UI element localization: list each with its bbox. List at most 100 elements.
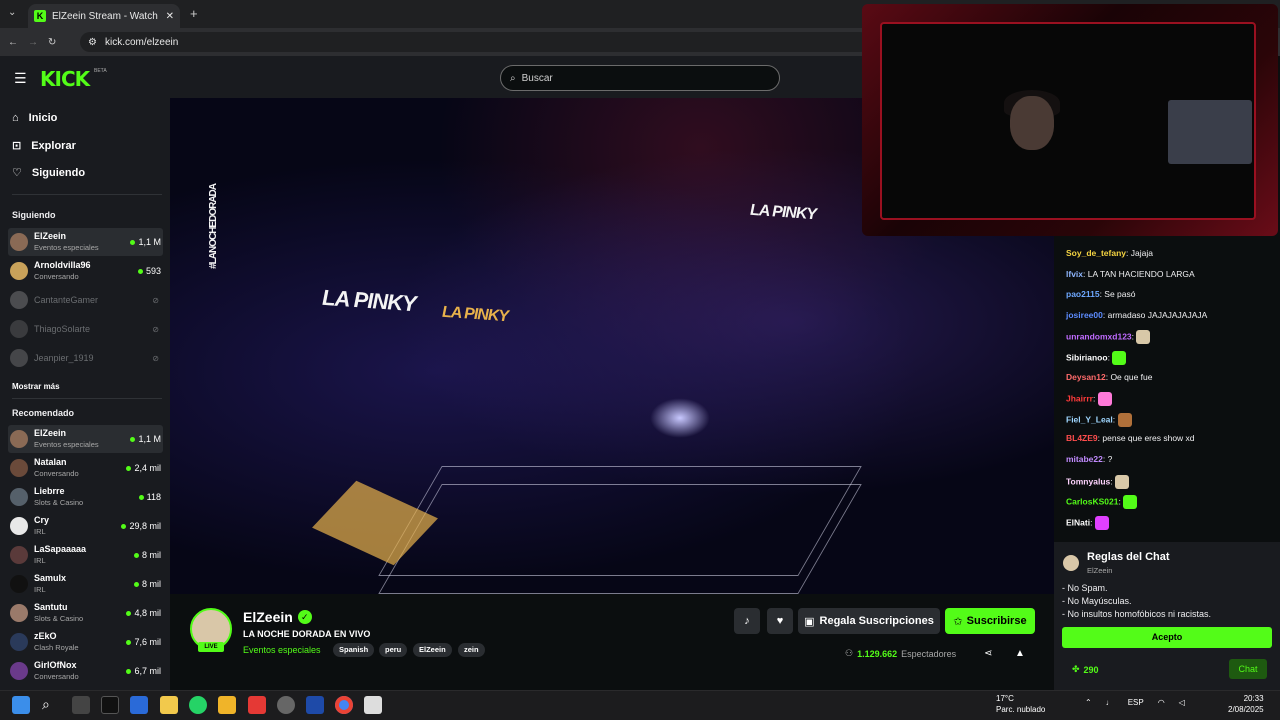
chat-username[interactable]: BL4ZE9 <box>1066 433 1098 443</box>
follow-button[interactable]: ♥ <box>767 608 793 634</box>
url-field[interactable]: ⚙ kick.com/elzeein <box>80 32 870 52</box>
sidebar-item-recommended[interactable]: Samulx IRL 8 mil <box>8 570 163 598</box>
close-tab-icon[interactable]: ✕ <box>166 11 174 22</box>
beta-badge: BETA <box>94 68 107 74</box>
chat-message: josiree00: armadaso JAJAJAJAJAJA <box>1066 309 1208 320</box>
forward-icon[interactable]: → <box>28 37 38 48</box>
new-tab-icon[interactable]: + <box>190 6 198 21</box>
sidebar-item-cantantegamer[interactable]: CantanteGamer ⊘ <box>8 286 163 314</box>
chat-message: Soy_de_tefany: Jajaja <box>1066 248 1153 258</box>
offline-icon: ⊘ <box>152 295 159 305</box>
stream-tag[interactable]: Spanish <box>333 643 375 657</box>
gift-subs-button[interactable]: ▣ Regala Suscripciones <box>798 608 940 634</box>
streamer-name[interactable]: ElZeein ✓ <box>243 609 312 625</box>
app-icon[interactable] <box>306 696 324 714</box>
emote-icon <box>1136 330 1151 345</box>
stream-category-link[interactable]: Eventos especiales <box>243 645 321 655</box>
reload-icon[interactable]: ↻ <box>48 37 56 48</box>
start-icon[interactable] <box>12 696 30 714</box>
sidebar-item-recommended[interactable]: LaSapaaaaa IRL 8 mil <box>8 541 163 569</box>
language-indicator[interactable]: ESP <box>1128 698 1144 707</box>
sidebar-item-elzeein[interactable]: ElZeein Eventos especiales 1,1 M <box>8 228 163 256</box>
chat-username[interactable]: lfvix <box>1066 269 1083 279</box>
sidebar-item-thiagosolarte[interactable]: ThiagoSolarte ⊘ <box>8 315 163 343</box>
search-icon[interactable]: ⌕ <box>42 696 60 714</box>
chat-message: BL4ZE9: pense que eres show xd <box>1066 433 1195 444</box>
share-icon[interactable]: ⋖ <box>984 648 992 659</box>
app-icon[interactable] <box>364 696 382 714</box>
task-view-icon[interactable] <box>72 696 90 714</box>
search-icon: ⌕ <box>510 72 516 84</box>
tab-list-icon[interactable]: ⌄ <box>8 7 16 18</box>
nav-inicio[interactable]: ⌂ Inicio <box>12 112 57 124</box>
store-icon[interactable] <box>130 696 148 714</box>
kick-logo[interactable]: KICK <box>40 67 90 91</box>
stream-tag[interactable]: peru <box>379 643 408 657</box>
sidebar-item-recommended[interactable]: GirlOfNox Conversando 6,7 mil <box>8 657 163 685</box>
chat-username[interactable]: Soy_de_tefany <box>1066 248 1126 258</box>
chat-username[interactable]: CarlosKS021 <box>1066 496 1118 506</box>
chat-username[interactable]: unrandomxd123 <box>1066 332 1132 342</box>
app-icon[interactable] <box>277 696 295 714</box>
back-icon[interactable]: ← <box>8 37 18 48</box>
notification-bell-button[interactable]: ♪ <box>734 608 760 634</box>
nav-explorar[interactable]: ⊡ Explorar <box>12 139 76 153</box>
sidebar-item-recommended[interactable]: zEkO Clash Royale 7,6 mil <box>8 628 163 656</box>
coin-icon: ✤ <box>1072 664 1080 674</box>
users-icon: ⚇ <box>845 648 854 658</box>
chat-username[interactable]: Jhairrr <box>1066 393 1093 403</box>
whatsapp-icon[interactable] <box>189 696 207 714</box>
chat-username[interactable]: mitabe22 <box>1066 454 1103 464</box>
url-text: kick.com/elzeein <box>104 36 179 48</box>
show-more-link[interactable]: Mostrar más <box>12 382 60 391</box>
browser-tab[interactable]: K ElZeein Stream - Watch Live ✕ <box>28 4 180 28</box>
chat-username[interactable]: Sibirianoo <box>1066 352 1108 362</box>
live-badge: LIVE <box>198 642 224 652</box>
chat-rule: - No insultos homofóbicos ni racistas. <box>1062 609 1212 619</box>
chrome-icon[interactable] <box>335 696 353 714</box>
nav-siguiendo[interactable]: ♡ Siguiendo <box>12 166 85 180</box>
bell-icon: ♪ <box>744 615 750 627</box>
stream-tag[interactable]: ElZeein <box>413 643 452 657</box>
channel-points[interactable]: ✤ 290 <box>1072 664 1099 675</box>
app-icon[interactable] <box>248 696 266 714</box>
video-sign-text: LA PINKY <box>442 303 509 326</box>
file-explorer-icon[interactable] <box>218 696 236 714</box>
volume-icon[interactable]: ◁ <box>1179 698 1185 707</box>
chat-username[interactable]: Deysan12 <box>1066 372 1106 382</box>
subscribe-button[interactable]: ✩ Suscribirse <box>945 608 1035 634</box>
sidebar-item-recommended[interactable]: ElZeein Eventos especiales 1,1 M <box>8 425 163 453</box>
sidebar-item-recommended[interactable]: Santutu Slots & Casino 4,8 mil <box>8 599 163 627</box>
weather-widget[interactable]: 17°C Parc. nublado <box>996 693 1045 715</box>
sidebar-item-jeanpier[interactable]: Jeanpier_1919 ⊘ <box>8 344 163 372</box>
report-icon[interactable]: ▲ <box>1015 648 1025 659</box>
sidebar-item-recommended[interactable]: Cry IRL 29,8 mil <box>8 512 163 540</box>
notes-icon[interactable] <box>160 696 178 714</box>
sidebar-item-recommended[interactable]: Liebrre Slots & Casino 118 <box>8 483 163 511</box>
recommended-section-title: Recomendado <box>12 408 75 418</box>
chevron-up-icon[interactable]: ⌃ <box>1085 698 1092 707</box>
menu-icon[interactable]: ☰ <box>14 70 27 87</box>
send-chat-button[interactable]: Chat <box>1229 659 1267 679</box>
stream-tag[interactable]: zein <box>458 643 485 657</box>
clock[interactable]: 20:33 2/08/2025 <box>1228 693 1264 715</box>
search-input[interactable]: ⌕ Buscar <box>500 65 780 91</box>
chat-username[interactable]: Fiel_Y_Leal <box>1066 414 1113 424</box>
chat-username[interactable]: ElNati <box>1066 517 1090 527</box>
chat-username[interactable]: pao2115 <box>1066 289 1100 299</box>
chat-rules-title: Reglas del Chat <box>1087 551 1170 563</box>
accept-rules-button[interactable]: Acepto <box>1062 627 1272 648</box>
chat-username[interactable]: josiree00 <box>1066 310 1103 320</box>
site-info-icon[interactable]: ⚙ <box>88 37 97 48</box>
heart-icon: ♡ <box>12 167 22 179</box>
wifi-icon[interactable]: ◠ <box>1158 698 1165 707</box>
chat-username[interactable]: Tomnyalus <box>1066 476 1110 486</box>
sidebar-item-recommended[interactable]: Natalan Conversando 2,4 mil <box>8 454 163 482</box>
sidebar: ⌂ Inicio ⊡ Explorar ♡ Siguiendo Siguiendo E… <box>0 98 170 690</box>
microphone-icon[interactable]: ♩ <box>1106 698 1114 707</box>
system-tray[interactable]: ⌃ ♩ ESP ◠ ◁ <box>1085 698 1185 707</box>
sidebar-item-arnoldvilla96[interactable]: Arnoldvilla96 Conversando 593 <box>8 257 163 285</box>
avatar <box>10 604 28 622</box>
tiktok-icon[interactable] <box>101 696 119 714</box>
chat-message: Fiel_Y_Leal: <box>1066 412 1132 427</box>
